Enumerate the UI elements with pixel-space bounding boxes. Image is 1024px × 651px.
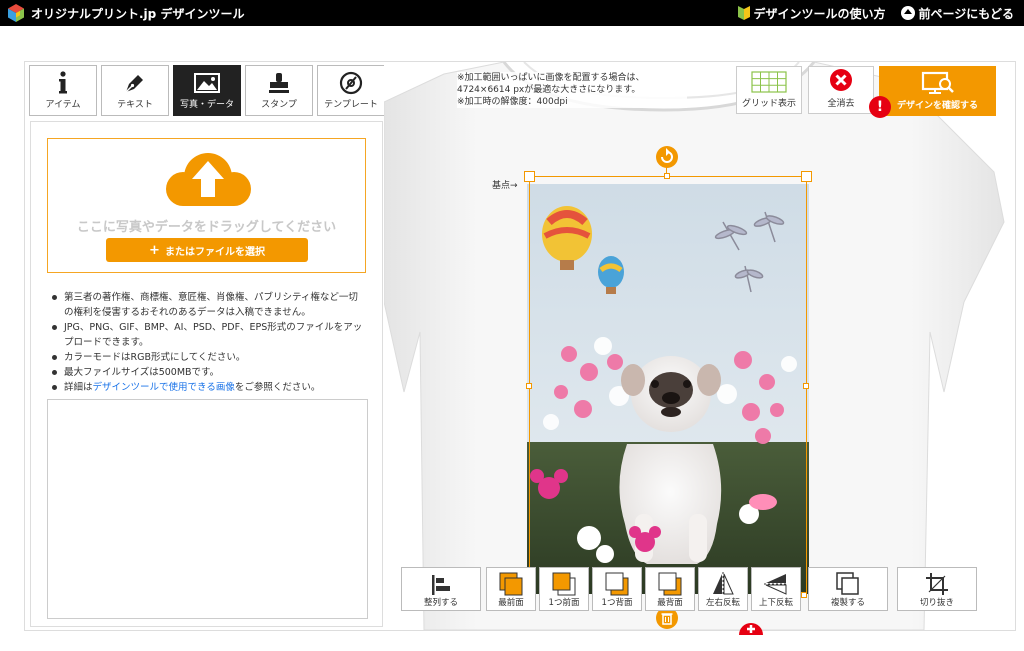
how-to-use-label: デザインツールの使い方 [753, 6, 886, 21]
bring-front-button[interactable]: 最前面 [486, 567, 536, 611]
close-circle-icon [830, 69, 852, 91]
send-backward-icon [605, 572, 629, 596]
duplicate-button[interactable]: 複製する [808, 567, 888, 611]
note-details: 詳細はデザインツールで使用できる画像をご参照ください。 [50, 380, 365, 395]
bring-forward-label: 1つ前面 [548, 598, 580, 608]
flip-horizontal-label: 左右反転 [705, 598, 740, 608]
bring-forward-icon [552, 572, 576, 596]
drop-instruction: ここに写真やデータをドラッグしてください [76, 220, 337, 235]
basepoint-label: 基点→ [492, 181, 518, 191]
select-file-button[interactable]: + またはファイルを選択 [106, 238, 308, 262]
tab-item[interactable]: アイテム [29, 65, 97, 116]
red-marker-icon [739, 623, 763, 635]
back-label: 前ページにもどる [918, 6, 1014, 21]
grid-toggle-button[interactable]: グリッド表示 [736, 66, 802, 114]
alert-icon: ! [869, 96, 891, 118]
note-color-mode: カラーモードはRGB形式にしてください。 [50, 350, 365, 365]
align-icon [432, 575, 450, 595]
how-to-use-link[interactable]: デザインツールの使い方 [738, 5, 885, 22]
tab-template[interactable]: テンプレート [317, 65, 385, 116]
info-line-3: ※加工時の解像度：400dpi [457, 97, 568, 107]
note-details-suffix: をご参照ください。 [234, 382, 321, 393]
tab-item-label: アイテム [45, 100, 81, 110]
usable-images-link[interactable]: デザインツールで使用できる画像 [93, 382, 235, 393]
flip-vertical-icon [764, 574, 788, 595]
clear-all-button[interactable]: 全消去 [808, 66, 874, 114]
info-icon [59, 71, 67, 94]
info-line-2: 4724×6614 pxが最適な大きさになります。 [457, 85, 641, 95]
logo[interactable]: オリジナルプリント.jp デザインツール [6, 3, 244, 23]
rotate-handle-icon[interactable] [655, 145, 679, 169]
pen-icon [125, 75, 143, 93]
align-label: 整列する [423, 598, 458, 608]
note-max-size: 最大ファイルサイズは500MBです。 [50, 365, 365, 380]
top-bar: オリジナルプリント.jp デザインツール デザインツールの使い方 前ページにもど… [0, 0, 1024, 26]
resize-handle-right[interactable] [803, 383, 809, 389]
confirm-design-button[interactable]: デザインを確認する [879, 66, 996, 116]
resize-handle-top-right[interactable] [801, 171, 812, 182]
image-icon [194, 73, 220, 93]
uploaded-images-list[interactable] [47, 399, 368, 619]
tool-tabs: アイテム テキスト 写真・データ スタンプ テンプレート [29, 65, 385, 116]
cloud-upload-icon [166, 153, 251, 206]
resize-handle-bottom[interactable] [801, 592, 807, 598]
tab-text-label: テキスト [117, 100, 153, 110]
grid-icon [751, 71, 787, 93]
stamp-icon [269, 73, 289, 93]
tab-photo-data-label: 写真・データ [179, 100, 234, 110]
tab-template-label: テンプレート [324, 100, 378, 110]
duplicate-icon [836, 572, 859, 595]
canvas-info: ※加工範囲いっぱいに画像を配置する場合は、 4724×6614 pxが最適な大き… [457, 72, 687, 108]
crop-icon [926, 573, 948, 595]
note-copyright: 第三者の著作権、商標権、意匠権、肖像権、パブリシティ権など一切の権利を侵害するお… [50, 290, 365, 320]
send-back-icon [658, 572, 682, 596]
logo-text: オリジナルプリント.jp デザインツール [31, 6, 245, 21]
resize-handle-top-left[interactable] [524, 171, 535, 182]
flip-horizontal-icon [713, 572, 734, 596]
tab-stamp-label: スタンプ [261, 100, 297, 110]
clear-all-label: 全消去 [827, 99, 855, 109]
bring-front-label: 最前面 [498, 598, 524, 608]
plus-icon: + [149, 242, 160, 258]
monitor-search-icon [921, 71, 954, 94]
crop-button[interactable]: 切り抜き [897, 567, 977, 611]
send-backward-button[interactable]: 1つ背面 [592, 567, 642, 611]
send-backward-label: 1つ背面 [601, 598, 633, 608]
confirm-design-label: デザインを確認する [896, 101, 978, 111]
crop-label: 切り抜き [919, 598, 954, 608]
send-back-label: 最背面 [657, 598, 683, 608]
back-arrow-icon [901, 6, 916, 20]
note-details-prefix: 詳細は [64, 382, 93, 393]
note-formats: JPG、PNG、GIF、BMP、AI、PSD、PDF、EPS形式のファイルをアッ… [50, 320, 365, 350]
flip-vertical-label: 上下反転 [758, 598, 793, 608]
placed-photo[interactable] [527, 184, 809, 594]
bring-front-icon [499, 572, 523, 596]
select-file-label: またはファイルを選択 [164, 246, 265, 258]
tab-text[interactable]: テキスト [101, 65, 169, 116]
bring-forward-button[interactable]: 1つ前面 [539, 567, 589, 611]
upload-notes: 第三者の著作権、商標権、意匠権、肖像権、パブリシティ権など一切の権利を侵害するお… [50, 290, 365, 395]
send-back-button[interactable]: 最背面 [645, 567, 695, 611]
dog-photo-image [527, 184, 809, 594]
align-button[interactable]: 整列する [401, 567, 481, 611]
beginner-mark-icon [738, 6, 751, 20]
duplicate-label: 複製する [830, 598, 865, 608]
upload-drop-zone[interactable]: ここに写真やデータをドラッグしてください + またはファイルを選択 [47, 138, 366, 273]
resize-handle-top[interactable] [664, 173, 670, 179]
tab-stamp[interactable]: スタンプ [245, 65, 313, 116]
tab-photo-data[interactable]: 写真・データ [173, 65, 241, 116]
back-link[interactable]: 前ページにもどる [901, 5, 1014, 22]
grid-toggle-label: グリッド表示 [741, 99, 796, 109]
flip-vertical-button[interactable]: 上下反転 [751, 567, 801, 611]
info-line-1: ※加工範囲いっぱいに画像を配置する場合は、 [457, 73, 645, 83]
template-icon [339, 71, 363, 95]
flip-horizontal-button[interactable]: 左右反転 [698, 567, 748, 611]
resize-handle-left[interactable] [526, 383, 532, 389]
logo-cube-icon [8, 4, 24, 22]
